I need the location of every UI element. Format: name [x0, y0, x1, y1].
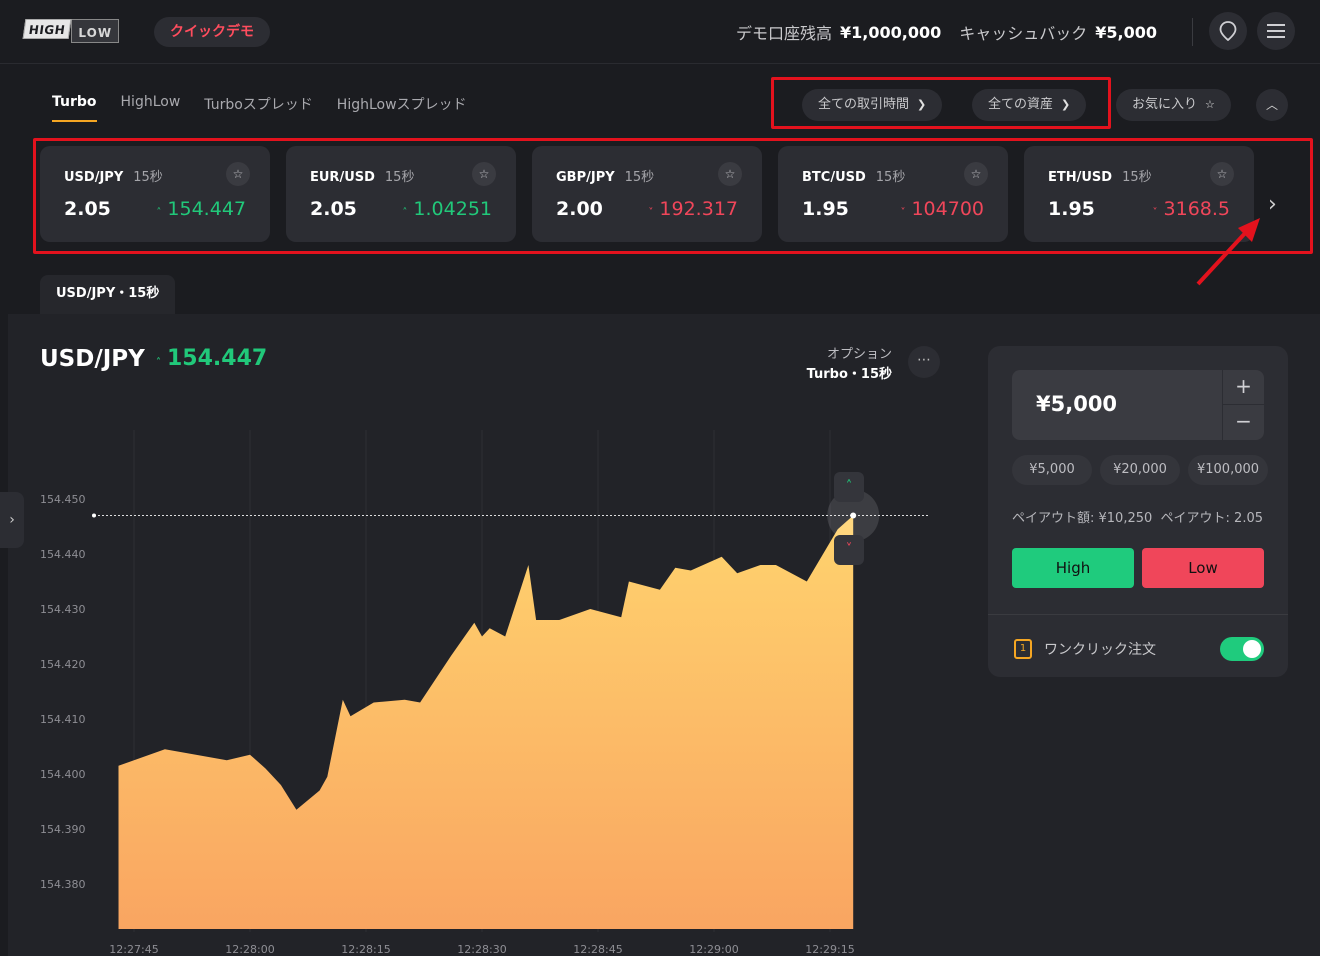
- preset-amount[interactable]: ¥5,000: [1012, 455, 1092, 485]
- y-tick-label: 154.380: [40, 878, 86, 891]
- y-tick-label: 154.410: [40, 713, 86, 726]
- low-button[interactable]: Low: [1142, 548, 1264, 588]
- minus-icon: −: [1235, 409, 1252, 433]
- tab-turbo-spread[interactable]: Turboスプレッド: [204, 94, 313, 122]
- chevron-down-icon: ˅: [845, 542, 853, 557]
- panel-divider: [988, 614, 1288, 615]
- y-tick-label: 154.420: [40, 658, 86, 671]
- toggle-knob: [1243, 640, 1261, 658]
- cashback-value: ¥5,000: [1095, 22, 1157, 42]
- chevron-up-icon: ︿: [1265, 98, 1278, 112]
- price-chart: 154.450 154.440 154.430 154.420 154.410 154.4…: [40, 430, 930, 956]
- investment-amount: ¥5,000: [1036, 392, 1118, 416]
- preset-amount[interactable]: ¥20,000: [1100, 455, 1180, 485]
- tab-turbo[interactable]: Turbo: [52, 94, 97, 122]
- location-pin-button[interactable]: [1209, 12, 1247, 50]
- x-tick-label: 12:28:15: [341, 943, 390, 956]
- favorites-filter[interactable]: お気に入り ☆: [1116, 89, 1231, 121]
- x-tick-label: 12:28:45: [573, 943, 622, 956]
- cashback-label: キャッシュバック: [959, 24, 1088, 43]
- collapse-button[interactable]: ︿: [1256, 89, 1288, 121]
- payout-rate: ペイアウト: 2.05: [1160, 511, 1264, 526]
- y-tick-label: 154.440: [40, 548, 86, 561]
- star-icon: ☆: [1205, 98, 1215, 111]
- y-tick-label: 154.390: [40, 823, 86, 836]
- x-tick-label: 12:29:15: [805, 943, 854, 956]
- chevron-up-icon: ˄: [845, 479, 853, 494]
- one-click-toggle[interactable]: [1220, 637, 1264, 661]
- amount-stepper: + −: [1222, 370, 1264, 440]
- y-tick-label: 154.430: [40, 603, 86, 616]
- y-tick-label: 154.400: [40, 768, 86, 781]
- balance-value: ¥1,000,000: [840, 22, 942, 42]
- annotation-arrow-icon: [1196, 218, 1260, 286]
- one-click-label: ワンクリック注文: [1044, 642, 1156, 658]
- logo-low-text: LOW: [71, 19, 120, 43]
- main-price: ˄ 154.447: [156, 346, 268, 371]
- quick-demo-badge[interactable]: クイックデモ: [154, 17, 270, 47]
- preset-amount[interactable]: ¥100,000: [1188, 455, 1268, 485]
- filter-highlight-box: [771, 77, 1111, 129]
- current-price-marker: [850, 512, 857, 519]
- decrease-amount-button[interactable]: −: [1223, 405, 1264, 440]
- top-header: HIGH LOW クイックデモ デモ口座残高 ¥1,000,000 キャッシュバ…: [0, 0, 1320, 64]
- x-tick-label: 12:29:00: [689, 943, 738, 956]
- option-value: Turbo・15秒: [806, 367, 892, 382]
- account-balance: デモ口座残高 ¥1,000,000 キャッシュバック ¥5,000: [736, 20, 1167, 44]
- x-tick-label: 12:27:45: [109, 943, 158, 956]
- favorites-label: お気に入り: [1132, 97, 1198, 112]
- high-button[interactable]: High: [1012, 548, 1134, 588]
- assets-highlight-box: [33, 138, 1313, 254]
- investment-amount-field[interactable]: ¥5,000 + −: [1012, 370, 1264, 440]
- tab-highlow[interactable]: HighLow: [121, 94, 181, 122]
- y-tick-label: 154.450: [40, 493, 86, 506]
- chart-tab-usdjpy[interactable]: USD/JPY・15秒: [40, 275, 176, 315]
- tab-highlow-spread[interactable]: HighLowスプレッド: [337, 94, 467, 122]
- balance-label: デモ口座残高: [736, 24, 833, 43]
- price-area-series: [118, 515, 854, 929]
- current-price-line-start: [92, 513, 96, 518]
- x-tick-label: 12:28:30: [457, 943, 506, 956]
- logo-high-text: HIGH: [22, 19, 72, 39]
- ellipsis-icon: ⋯: [917, 352, 931, 368]
- chart-low-button[interactable]: ˅: [834, 535, 864, 565]
- option-label: オプション: [826, 347, 892, 362]
- payout-amount: ペイアウト額: ¥10,250: [1012, 511, 1153, 526]
- option-type-tabs: Turbo HighLow Turboスプレッド HighLowスプレッド: [52, 94, 467, 122]
- amount-presets: ¥5,000 ¥20,000 ¥100,000: [1012, 455, 1268, 485]
- menu-button[interactable]: [1257, 12, 1295, 50]
- highlow-logo[interactable]: HIGH LOW: [22, 19, 120, 43]
- header-divider: [1192, 18, 1193, 46]
- up-arrow-icon: ˄: [156, 357, 161, 368]
- trade-panel: ¥5,000 + − ¥5,000 ¥20,000 ¥100,000 ペイアウト…: [988, 346, 1288, 677]
- x-tick-label: 12:28:00: [225, 943, 274, 956]
- more-options-button[interactable]: ⋯: [908, 346, 940, 378]
- increase-amount-button[interactable]: +: [1223, 370, 1264, 405]
- hamburger-menu-icon: [1267, 24, 1285, 38]
- main-symbol: USD/JPY: [40, 346, 145, 372]
- payout-info: ペイアウト額: ¥10,250 ペイアウト: 2.05: [1012, 507, 1263, 526]
- one-click-icon: 1: [1014, 639, 1032, 659]
- plus-icon: +: [1235, 374, 1252, 398]
- location-pin-icon: [1219, 21, 1237, 42]
- chart-high-button[interactable]: ˄: [834, 472, 864, 502]
